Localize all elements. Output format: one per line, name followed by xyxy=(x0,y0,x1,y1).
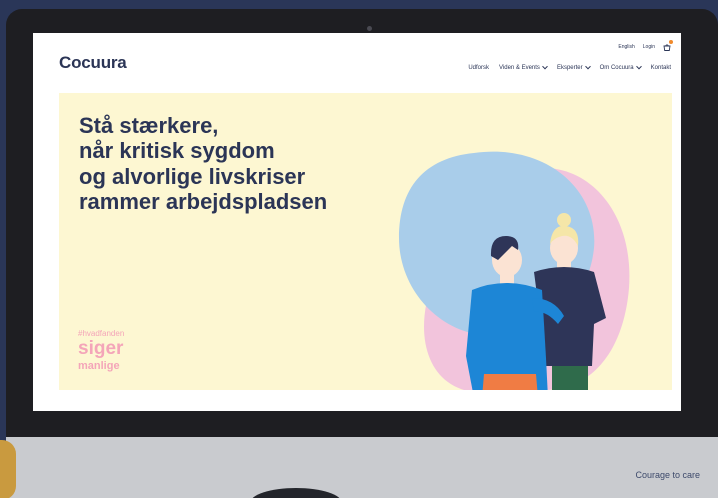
nav-label: Udforsk xyxy=(468,65,490,71)
main-nav: Udforsk Viden & Events Eksperter Om Cocu… xyxy=(468,63,671,71)
coffee-cup-decoration xyxy=(0,440,16,498)
nav-label: Kontakt xyxy=(650,65,671,71)
nav-item-eksperter[interactable]: Eksperter xyxy=(556,63,591,71)
headline-line: når kritisk sygdom xyxy=(79,138,275,164)
login-link[interactable]: Login xyxy=(643,44,655,50)
utility-nav: English Login xyxy=(618,40,673,51)
campaign-word-big: siger xyxy=(78,338,124,359)
nav-label: Om Cocuura xyxy=(599,65,634,71)
headline-line: rammer arbejdspladsen xyxy=(79,188,328,214)
nav-item-viden-events[interactable]: Viden & Events xyxy=(499,63,548,71)
nav-item-om-cocuura[interactable]: Om Cocuura xyxy=(599,63,642,71)
cocuura-logo[interactable]: Cocuura xyxy=(59,53,127,73)
chevron-down-icon xyxy=(542,63,548,70)
people-illustration xyxy=(399,151,630,390)
camera-icon xyxy=(367,26,372,31)
nav-item-udforsk[interactable]: Udforsk xyxy=(468,65,489,71)
basket-badge xyxy=(669,40,673,44)
headline-line: Stå stærkere, xyxy=(79,113,219,138)
website-screen: Cocuura English Login Udforsk Viden & Ev… xyxy=(33,33,681,411)
chevron-down-icon xyxy=(635,63,642,70)
campaign-word-mid: manlige xyxy=(78,360,120,372)
hero-banner: Stå stærkere, når kritisk sygdom og alvo… xyxy=(59,93,672,390)
laptop-base xyxy=(6,437,718,498)
nav-label: Eksperter xyxy=(556,65,583,71)
courage-tagline: Courage to care xyxy=(635,470,700,480)
hero-headline: Stå stærkere, når kritisk sygdom og alvo… xyxy=(79,113,399,214)
logo-text: ocuura xyxy=(71,53,127,72)
language-link[interactable]: English xyxy=(618,44,634,50)
basket-icon[interactable] xyxy=(663,40,673,51)
chevron-down-icon xyxy=(584,63,591,70)
headline-line: og alvorlige livskriser xyxy=(79,163,306,189)
hashtag-label: #hvadfanden xyxy=(78,329,125,338)
logo-mark: C xyxy=(59,53,72,72)
nav-item-kontakt[interactable]: Kontakt xyxy=(651,65,671,71)
nav-label: Viden & Events xyxy=(499,65,540,71)
